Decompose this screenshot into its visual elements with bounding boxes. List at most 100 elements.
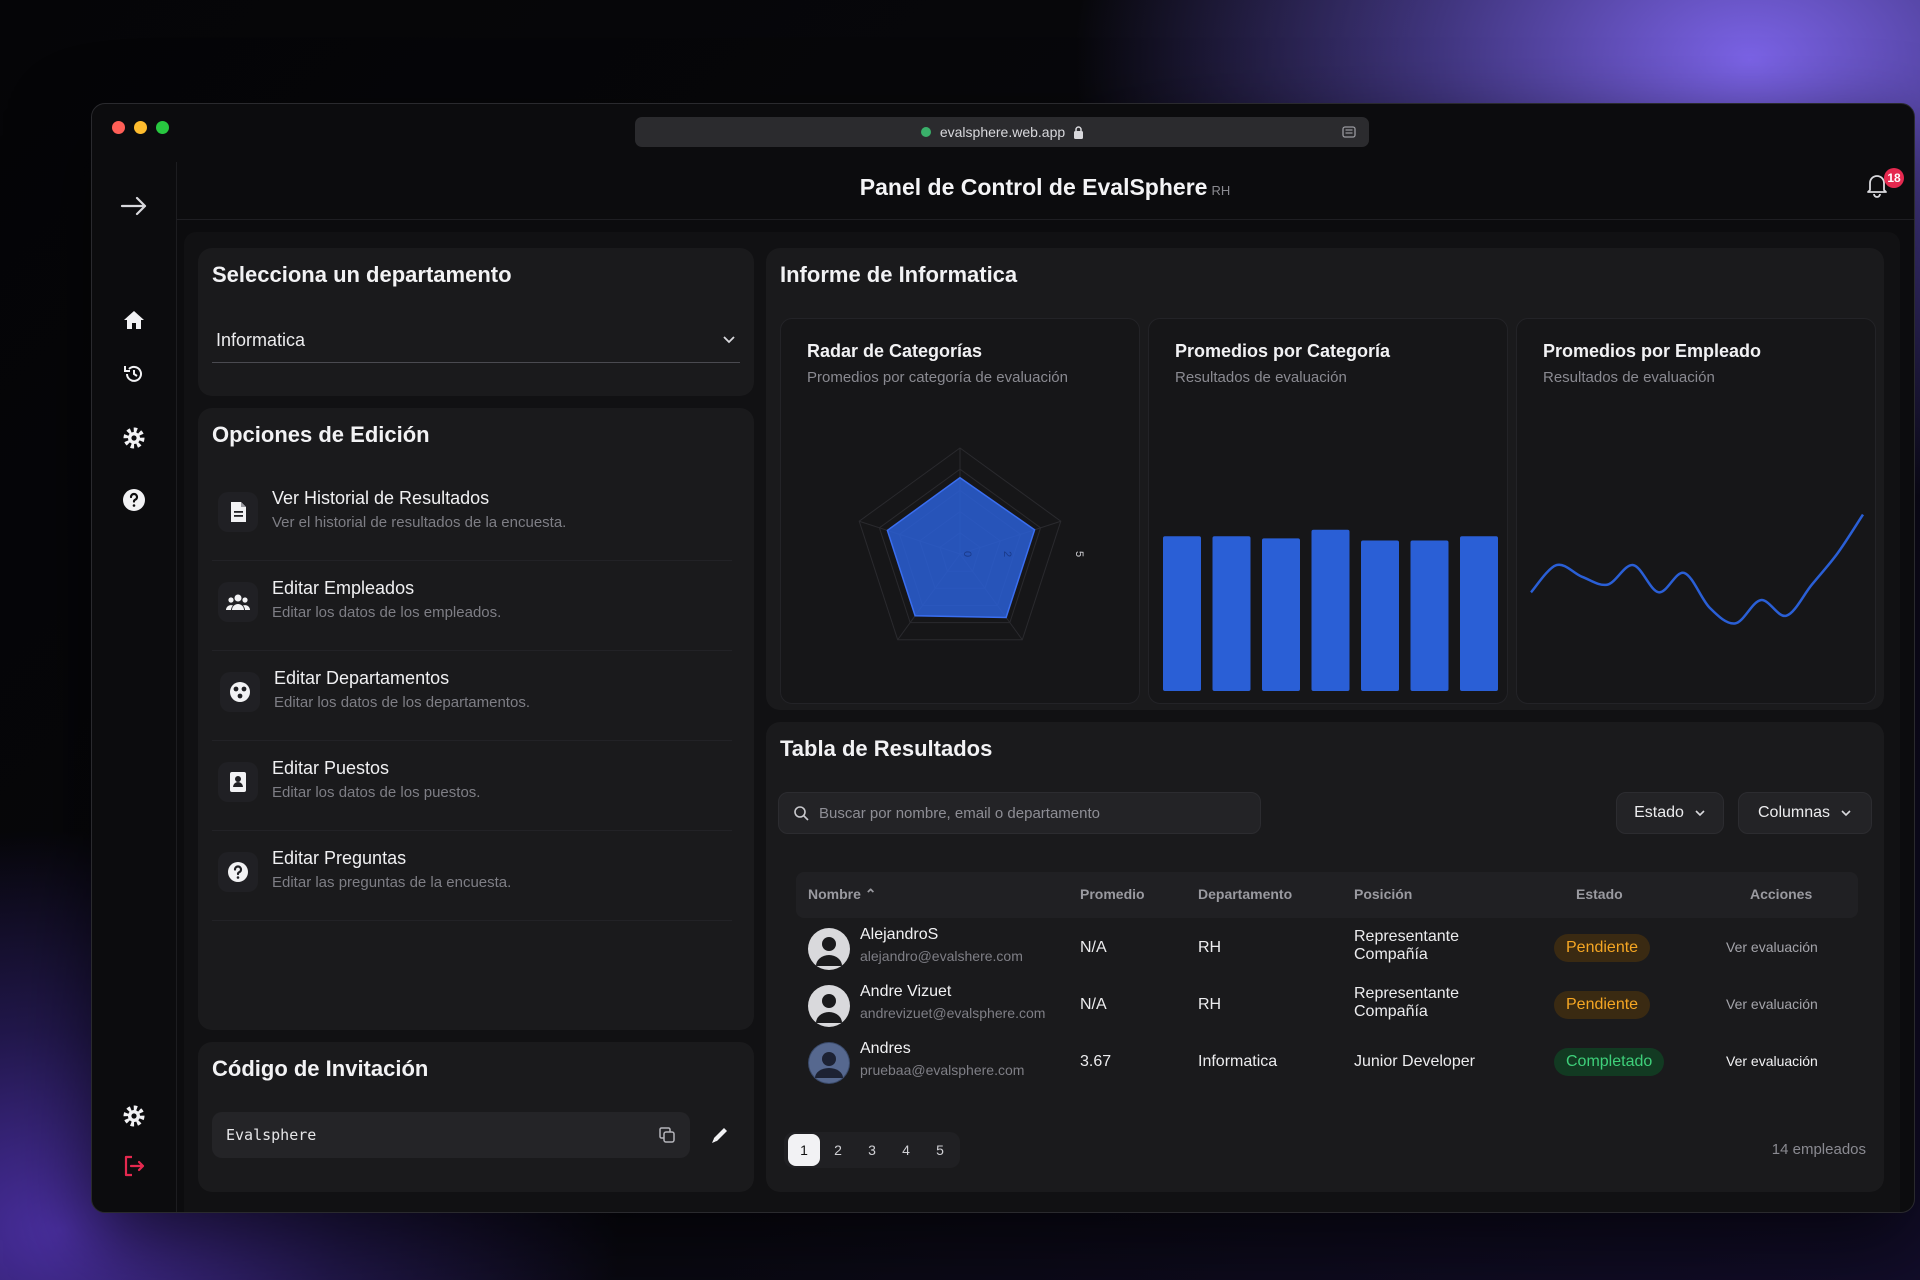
edit-options-title: Opciones de Edición [212,422,430,447]
posicion-line-1: Representante [1354,985,1459,1002]
site-favicon-icon [920,127,931,137]
employee-posicion: Junior Developer [1354,1053,1475,1070]
home-icon [124,311,144,329]
table-header: Nombre ⌃ Promedio Departamento Posición … [796,872,1858,918]
col-estado: Estado [1576,886,1623,902]
minimize-window-button[interactable] [134,121,147,134]
address-bar[interactable]: evalsphere.web.app [635,117,1369,147]
option-edit-employees[interactable]: Editar Empleados Editar los datos de los… [212,568,732,651]
sort-asc-icon: ⌃ [864,886,877,902]
status-badge: Completado [1554,1048,1665,1076]
status-badge: Pendiente [1554,934,1651,962]
option-view-history[interactable]: Ver Historial de Resultados Ver el histo… [212,478,732,561]
employee-name: AlejandroS [860,926,939,943]
columnas-filter-button[interactable]: Columnas [1738,792,1872,834]
option-edit-departments[interactable]: Editar Departamentos Editar los datos de… [212,658,732,741]
settings-button[interactable] [118,422,150,454]
logout-button[interactable] [118,1150,150,1182]
report-title: Informe de Informatica [780,262,1018,287]
departments-icon [230,682,250,702]
page-button[interactable]: 4 [890,1134,922,1166]
col-nombre[interactable]: Nombre ⌃ [808,886,877,903]
department-select-value: Informatica [216,329,306,350]
employee-email: pruebaa@evalsphere.com [860,1062,1025,1078]
line-chart-card: Promedios por Empleado Resultados de eva… [1516,318,1876,704]
page-button[interactable]: 5 [924,1134,956,1166]
option-title: Editar Preguntas [272,848,407,868]
avatar [808,928,850,970]
invite-code-field[interactable]: Evalsphere [212,1112,690,1158]
option-title: Ver Historial de Resultados [272,488,490,508]
bar [1460,536,1498,691]
chevron-down-icon [1695,810,1705,817]
line-series [1530,513,1865,625]
table-row: Andre Vizuet andrevizuet@evalsphere.com … [796,977,1858,1034]
document-icon [231,502,246,522]
page-button[interactable]: 1 [788,1134,820,1166]
radar-tick-label: 5 [1073,551,1085,557]
option-title: Editar Empleados [272,578,415,598]
estado-filter-label: Estado [1634,804,1684,821]
edit-pencil-icon[interactable] [710,1125,730,1145]
employee-posicion: Representante Compañía [1354,928,1459,964]
copy-icon[interactable] [658,1126,676,1144]
help-button[interactable] [118,484,150,516]
option-icon-box [218,762,258,802]
gear-icon [123,427,145,449]
header-divider [176,219,1914,220]
pagination: 1 2 3 4 5 [784,1132,960,1168]
bottom-settings-button[interactable] [118,1100,150,1132]
employee-name: Andre Vizuet [860,983,952,1000]
table-row: AlejandroS alejandro@evalshere.com N/A R… [796,920,1858,977]
bar [1262,538,1300,691]
page-title-text: Panel de Control de EvalSphere [859,174,1208,200]
col-nombre-label: Nombre [808,886,861,902]
sidebar [92,162,177,1212]
employee-departamento: RH [1198,939,1222,956]
search-input[interactable]: Buscar por nombre, email o departamento [778,792,1261,834]
department-select[interactable]: Informatica [212,318,740,363]
employee-promedio: 3.67 [1080,1053,1112,1070]
radar-tick-label: 0 [961,551,973,557]
line-chart [1530,513,1865,625]
employee-count: 14 empleados [1771,1141,1866,1158]
view-evaluation-link[interactable]: Ver evaluación [1726,1053,1818,1069]
question-icon [228,862,248,882]
page-title-suffix: RH [1211,183,1231,198]
page-button[interactable]: 2 [822,1134,854,1166]
id-badge-icon [230,772,246,792]
expand-sidebar-button[interactable] [118,190,150,222]
option-desc: Editar los datos de los empleados. [272,604,502,621]
home-button[interactable] [118,304,150,336]
radar-tick-label: 2 [1001,551,1013,557]
view-evaluation-link[interactable]: Ver evaluación [1726,939,1818,955]
option-title: Editar Departamentos [274,668,450,688]
employee-promedio: N/A [1080,996,1107,1013]
option-edit-questions[interactable]: Editar Preguntas Editar las preguntas de… [212,838,732,921]
radar-series-area [886,476,1036,619]
notification-badge: 18 [1884,168,1904,188]
bar-chart [1163,529,1498,691]
option-icon-box [218,492,258,532]
estado-filter-button[interactable]: Estado [1616,792,1724,834]
option-edit-positions[interactable]: Editar Puestos Editar los datos de los p… [212,748,732,831]
history-button[interactable] [118,358,150,390]
department-card-title: Selecciona un departamento [212,262,512,287]
reader-mode-icon[interactable] [1341,124,1357,140]
users-icon [226,594,250,610]
option-desc: Editar los datos de los departamentos. [274,694,530,711]
employee-email: andrevizuet@evalsphere.com [860,1005,1046,1021]
view-evaluation-link[interactable]: Ver evaluación [1726,996,1818,1012]
history-icon [124,365,142,382]
option-desc: Editar las preguntas de la encuesta. [272,874,512,891]
posicion-line-2: Compañía [1354,1003,1428,1020]
page-button[interactable]: 3 [856,1134,888,1166]
arrow-right-icon [120,196,147,216]
maximize-window-button[interactable] [156,121,169,134]
close-window-button[interactable] [112,121,125,134]
option-icon-box [218,582,258,622]
browser-window: evalsphere.web.app Panel de Control de E… [91,103,1915,1213]
invite-card: Código de Invitación Evalsphere [198,1042,754,1192]
radar-chart: 0 2 5 [858,447,1085,641]
avatar [808,985,850,1027]
